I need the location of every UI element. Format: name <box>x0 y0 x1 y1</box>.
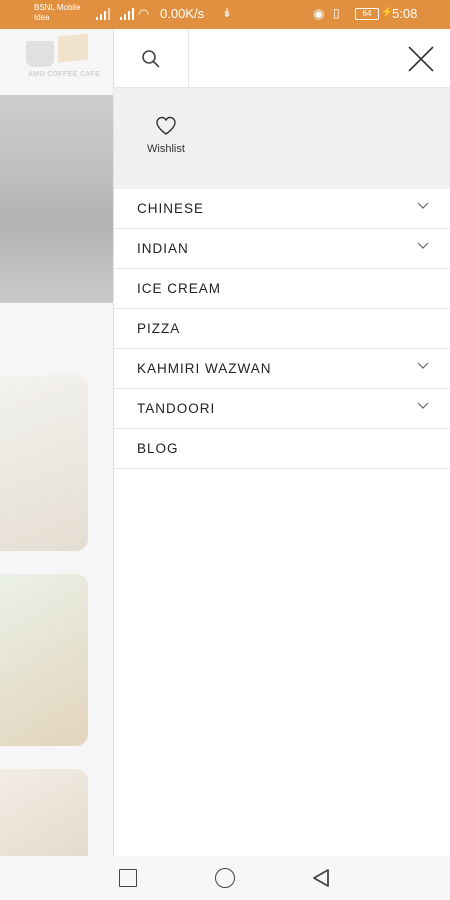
chevron-down-icon[interactable] <box>417 202 429 210</box>
search-button[interactable] <box>114 29 189 88</box>
menu-item-kahmiri-wazwan[interactable]: KAHMIRI WAZWAN <box>114 349 450 389</box>
menu-item-label: ICE CREAM <box>137 281 222 296</box>
heart-icon <box>156 116 176 135</box>
wifi-icon: ◠ <box>138 6 150 21</box>
battery-icon: 64 <box>355 8 379 20</box>
chevron-down-icon[interactable] <box>417 402 429 410</box>
close-icon <box>408 46 434 72</box>
status-bar: BSNL Mobile Idea ◠ 0.00K/s ↡ ◉ ▯ 64 ⚡ 5:… <box>0 0 450 29</box>
system-nav-bar <box>0 856 450 900</box>
account-links: Wishlist <box>114 88 450 189</box>
menu-item-label: CHINESE <box>137 201 205 216</box>
menu-item-ice-cream[interactable]: ICE CREAM <box>114 269 450 309</box>
wishlist-link[interactable]: Wishlist <box>136 116 196 155</box>
menu-item-label: KAHMIRI WAZWAN <box>137 361 272 376</box>
net-speed: 0.00K/s <box>160 6 205 21</box>
clock: 5:08 <box>392 6 418 21</box>
home-button[interactable] <box>215 868 235 888</box>
category-menu: CHINESE INDIAN ICE CREAM PIZZA KAHMIRI W… <box>114 189 450 469</box>
menu-item-label: BLOG <box>137 441 179 456</box>
menu-item-chinese[interactable]: CHINESE <box>114 189 450 229</box>
menu-item-indian[interactable]: INDIAN <box>114 229 450 269</box>
eye-comfort-icon: ◉ <box>313 6 325 21</box>
close-button[interactable] <box>401 39 441 79</box>
drawer-scrim[interactable] <box>0 29 113 856</box>
menu-item-pizza[interactable]: PIZZA <box>114 309 450 349</box>
battery-level: 64 <box>362 9 372 18</box>
vibrate-icon: ▯ <box>333 6 340 20</box>
menu-item-label: INDIAN <box>137 241 189 256</box>
search-icon <box>142 49 160 68</box>
carrier-name: BSNL Mobile Idea <box>34 3 81 22</box>
usb-icon: ↡ <box>222 6 233 20</box>
signal-icon <box>96 8 110 20</box>
menu-item-label: PIZZA <box>137 321 181 336</box>
menu-item-blog[interactable]: BLOG <box>114 429 450 469</box>
menu-item-label: TANDOORI <box>137 401 216 416</box>
chevron-down-icon[interactable] <box>417 242 429 250</box>
navigation-drawer: Wishlist CHINESE INDIAN ICE CREAM PIZZA … <box>113 29 450 856</box>
chevron-down-icon[interactable] <box>417 362 429 370</box>
wishlist-label: Wishlist <box>147 143 185 155</box>
recents-button[interactable] <box>119 869 137 887</box>
signal-icon <box>120 8 134 20</box>
menu-item-tandoori[interactable]: TANDOORI <box>114 389 450 429</box>
back-button[interactable] <box>311 868 331 888</box>
drawer-header <box>114 29 450 88</box>
